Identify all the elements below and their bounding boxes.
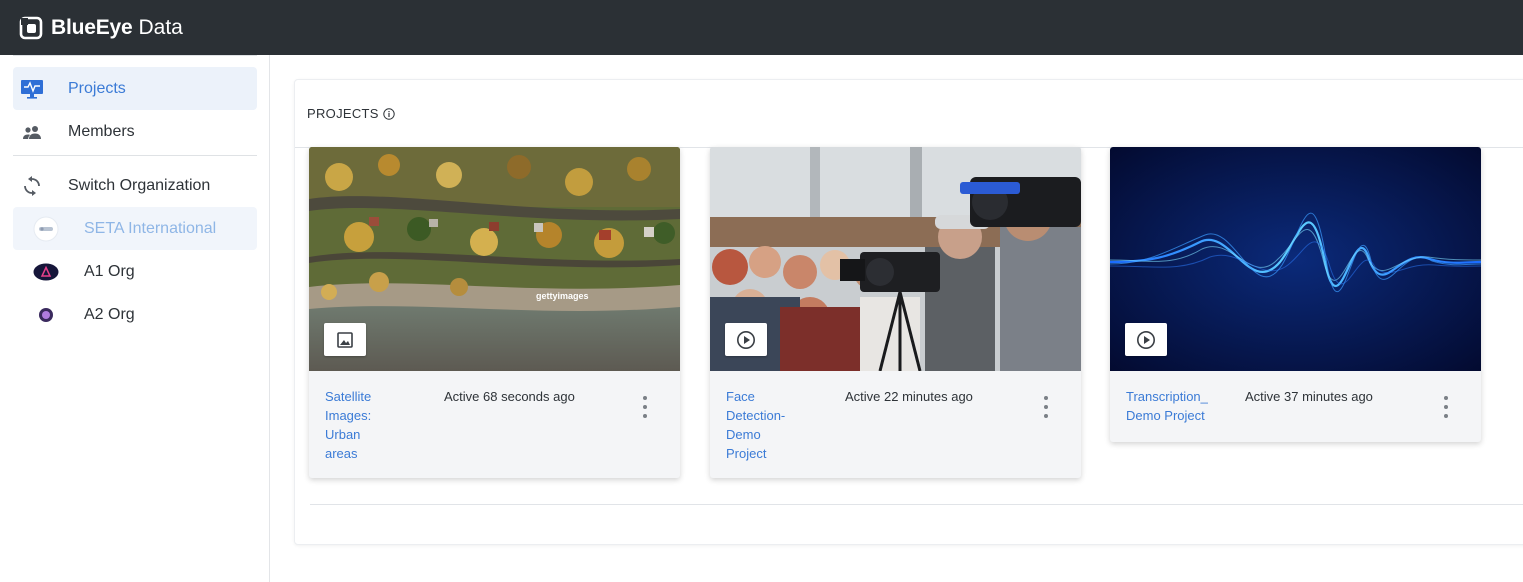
- sidebar-item-projects[interactable]: Projects: [13, 67, 257, 110]
- sidebar-item-label: Projects: [68, 79, 126, 97]
- project-name-link[interactable]: Transcription_ Demo Project: [1126, 387, 1208, 425]
- project-name-line: Face: [726, 389, 755, 404]
- image-icon: [337, 331, 353, 348]
- brand-name: BlueEye: [51, 15, 133, 39]
- project-thumbnail[interactable]: [710, 147, 1081, 371]
- more-options-button[interactable]: [1039, 396, 1053, 418]
- sidebar-item-label: Members: [68, 122, 135, 140]
- sidebar: Projects Members Switch Organization SET…: [0, 55, 270, 582]
- logo-mark-icon: [19, 16, 43, 39]
- org-item-label: SETA International: [84, 219, 217, 237]
- project-card[interactable]: gettyimages Satellite Images: Urban area…: [309, 147, 680, 478]
- kebab-dot-icon: [643, 396, 647, 400]
- sidebar-item-members[interactable]: Members: [13, 110, 257, 153]
- kebab-dot-icon: [1444, 396, 1448, 400]
- project-name-link[interactable]: Satellite Images: Urban areas: [325, 387, 371, 463]
- brand-suffix: Data: [138, 15, 183, 39]
- kebab-dot-icon: [1044, 414, 1048, 418]
- org-item-a1-org[interactable]: A1 Org: [13, 250, 257, 293]
- project-thumbnail[interactable]: [1110, 147, 1481, 371]
- members-icon: [19, 119, 45, 145]
- project-name-line: areas: [325, 446, 358, 461]
- project-name-link[interactable]: Face Detection- Demo Project: [726, 387, 785, 463]
- kebab-dot-icon: [643, 414, 647, 418]
- project-name-line: Project: [726, 446, 767, 461]
- project-card[interactable]: Transcription_ Demo Project Active 37 mi…: [1110, 147, 1481, 442]
- project-activity: Active 37 minutes ago: [1245, 389, 1373, 404]
- panel-header: PROJECTS: [295, 80, 1523, 148]
- kebab-dot-icon: [1444, 414, 1448, 418]
- org-item-label: A2 Org: [84, 305, 135, 323]
- project-card[interactable]: Face Detection- Demo Project Active 22 m…: [710, 147, 1081, 478]
- project-thumbnail[interactable]: gettyimages: [309, 147, 680, 371]
- project-name-line: Transcription_: [1126, 389, 1208, 404]
- org-item-label: A1 Org: [84, 262, 135, 280]
- org-avatar-icon: [33, 216, 59, 242]
- kebab-dot-icon: [643, 405, 647, 409]
- project-activity: Active 22 minutes ago: [845, 389, 973, 404]
- app-logo[interactable]: BlueEye Data: [19, 16, 183, 40]
- more-options-button[interactable]: [638, 396, 652, 418]
- panel-divider: [310, 504, 1523, 505]
- switch-organization-button[interactable]: Switch Organization: [13, 164, 257, 207]
- page-title: PROJECTS: [307, 106, 379, 121]
- more-options-button[interactable]: [1439, 396, 1453, 418]
- sidebar-divider-top: [13, 55, 257, 56]
- project-name-line: Demo Project: [1126, 408, 1205, 423]
- project-name-line: Urban: [325, 427, 361, 442]
- top-bar: BlueEye Data: [0, 0, 1523, 55]
- switch-organization-label: Switch Organization: [68, 176, 211, 194]
- org-item-seta-international[interactable]: SETA International: [13, 207, 257, 250]
- project-name-line: Images:: [325, 408, 372, 423]
- kebab-dot-icon: [1444, 405, 1448, 409]
- org-avatar-icon: [33, 302, 59, 328]
- media-type-badge[interactable]: [725, 323, 767, 356]
- play-circle-icon: [737, 330, 755, 349]
- project-activity: Active 68 seconds ago: [444, 389, 575, 404]
- sync-icon: [19, 173, 45, 199]
- project-name-line: Demo: [726, 427, 761, 442]
- org-item-a2-org[interactable]: A2 Org: [13, 293, 257, 336]
- kebab-dot-icon: [1044, 396, 1048, 400]
- play-circle-icon: [1137, 330, 1155, 349]
- info-icon[interactable]: [383, 107, 395, 120]
- media-type-badge[interactable]: [1125, 323, 1167, 356]
- media-type-badge[interactable]: [324, 323, 366, 356]
- monitor-icon: [19, 76, 45, 102]
- project-name-line: Detection-: [726, 408, 786, 423]
- sidebar-divider: [13, 155, 257, 156]
- org-avatar-icon: [33, 259, 59, 285]
- project-name-line: Satellite: [325, 389, 372, 404]
- kebab-dot-icon: [1044, 405, 1048, 409]
- watermark-text: gettyimages: [536, 291, 589, 301]
